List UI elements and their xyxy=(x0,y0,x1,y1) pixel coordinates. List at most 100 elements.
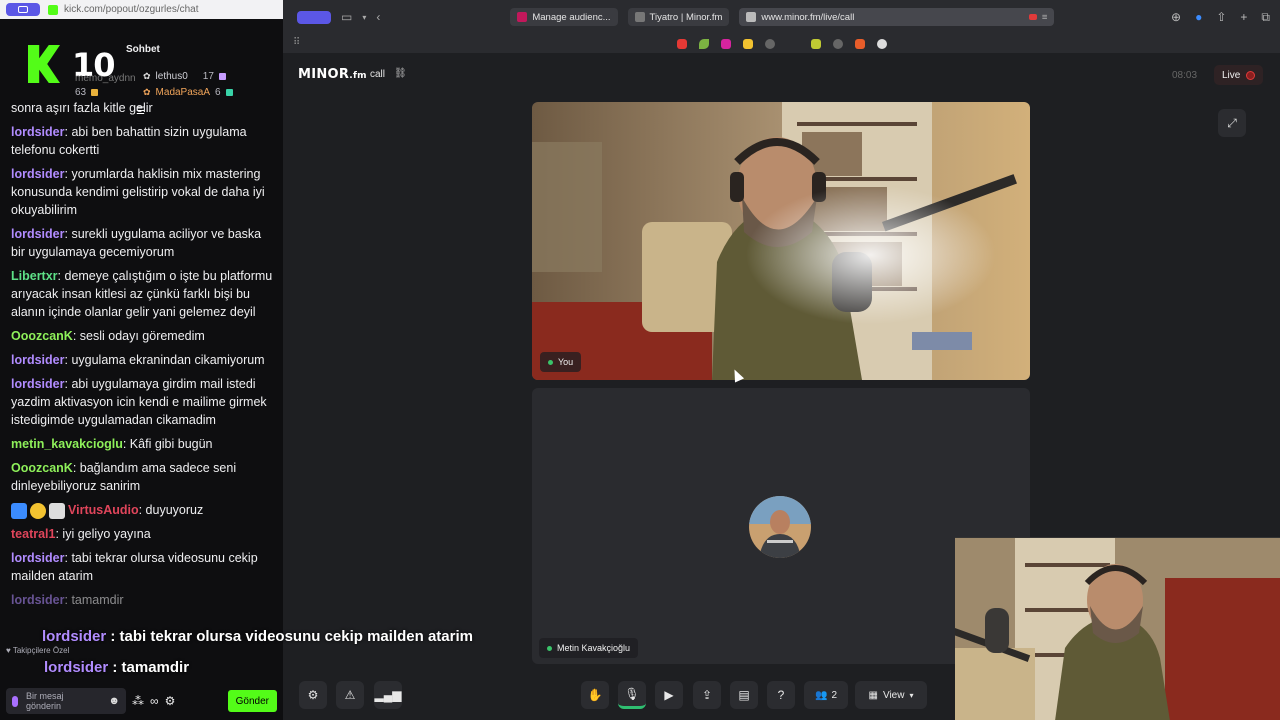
tab-overview-icon[interactable]: ⧉ xyxy=(1261,10,1270,25)
chat-username[interactable]: VirtusAudio xyxy=(68,503,139,517)
badge-icon xyxy=(11,502,27,519)
browser-tab[interactable]: Tiyatro | Minor.fm xyxy=(627,8,730,26)
download-icon[interactable]: ⊕ xyxy=(1171,10,1181,24)
globe-bookmark-icon[interactable] xyxy=(764,38,775,49)
chat-message: VirtusAudio: duyuyoruz xyxy=(11,501,273,519)
active-status-icon xyxy=(548,359,553,365)
leaf-bookmark-icon[interactable] xyxy=(698,38,709,49)
chevron-down-icon: ▾ xyxy=(909,690,914,700)
chat-username[interactable]: lordsider xyxy=(11,125,65,139)
chat-username[interactable]: lordsider xyxy=(11,227,65,241)
gem-icon xyxy=(225,89,233,96)
chat-username[interactable]: lordsider xyxy=(11,551,65,565)
chat-username[interactable]: metin_kavakcioglu xyxy=(11,437,123,451)
settings-gear-icon[interactable]: ⚙ xyxy=(299,681,327,709)
microphone-button[interactable]: 🎙 xyxy=(618,681,646,709)
youtube-bookmark-icon[interactable] xyxy=(676,38,687,49)
gem-icon xyxy=(91,89,99,96)
chat-icon[interactable]: ▤ xyxy=(730,681,758,709)
leaderboard-count: 6 xyxy=(215,87,221,98)
chat-message-input[interactable]: Bir mesaj gönderin ☻ xyxy=(6,688,126,714)
chat-url-text: kick.com/popout/ozgurles/chat xyxy=(64,4,199,15)
miro-bookmark-icon[interactable] xyxy=(742,38,753,49)
chat-username[interactable]: lordsider xyxy=(11,593,65,607)
sidebar-icon[interactable]: ▭ xyxy=(341,10,352,24)
community-icon[interactable]: ⁂ xyxy=(132,694,144,708)
chat-message: lordsider: yorumlarda haklisin mix maste… xyxy=(11,167,265,217)
chat-username[interactable]: OoozcanK xyxy=(11,461,73,475)
active-status-icon xyxy=(547,645,552,651)
chat-input-bar: Bir mesaj gönderin ☻ ⁂ ∞ ⚙ Gönder xyxy=(0,682,283,720)
browser-tab[interactable]: Manage audienc... xyxy=(510,8,618,26)
chat-username[interactable]: lordsider xyxy=(11,353,65,367)
chat-message: lordsider: abi ben bahattin sizin uygula… xyxy=(11,125,247,157)
font-bookmark-icon[interactable] xyxy=(810,38,821,49)
remote-participant-tag: Metin Kavakçioğlu xyxy=(539,638,639,658)
remote-avatar xyxy=(749,496,811,558)
back-arrow-icon[interactable]: ‹ xyxy=(376,10,380,24)
chat-username[interactable]: lordsider xyxy=(11,167,65,181)
sidebar-icon xyxy=(18,6,28,13)
brave-bookmark-icon[interactable] xyxy=(854,38,865,49)
participants-button[interactable]: 👥 2 xyxy=(804,681,848,709)
leaderboard-entry[interactable]: memo_aydnn xyxy=(75,73,136,84)
leaderboard-count: 17 xyxy=(202,71,214,82)
leaderboard-entry[interactable]: ✿ lethus0 17 xyxy=(143,71,226,82)
share-icon[interactable]: ⇧ xyxy=(1216,10,1226,24)
camera-icon[interactable]: ▶ xyxy=(655,681,683,709)
raise-hand-icon[interactable]: ✋ xyxy=(581,681,609,709)
signal-bars-icon[interactable]: ▂▄▆ xyxy=(374,681,402,709)
view-layout-button[interactable]: ▦ View ▾ xyxy=(855,681,927,709)
browser-tab-active[interactable]: www.minor.fm/live/call ≡ xyxy=(739,8,1055,26)
user-badges xyxy=(11,502,65,519)
grid-icon: ▦ xyxy=(868,689,878,701)
local-video-feed xyxy=(532,102,1030,380)
call-timer: 08:03 xyxy=(1172,70,1198,81)
local-participant-tag: You xyxy=(540,352,582,372)
live-badge[interactable]: Live xyxy=(1214,65,1264,85)
instagram-bookmark-icon[interactable] xyxy=(720,38,731,49)
openai-bookmark-icon[interactable] xyxy=(876,38,887,49)
leaderboard-name: lethus0 xyxy=(155,71,188,82)
chat-message: lordsider: tabi tekrar olursa videosunu … xyxy=(11,551,258,583)
kick-favicon-icon xyxy=(48,4,58,15)
chat-message: Libertxr: demeye çalıştığım o işte bu pl… xyxy=(11,269,273,319)
screen-share-icon[interactable]: ⇪ xyxy=(693,681,721,709)
help-question-icon[interactable]: ? xyxy=(767,681,795,709)
sidebar-toggle-button[interactable] xyxy=(6,3,40,16)
chat-message-list: sonra aşırı fazla kitle gelir lordsider:… xyxy=(11,99,273,615)
minor-logo[interactable]: MINOR.fm xyxy=(298,67,367,82)
chat-message: lordsider: tamamdir xyxy=(11,593,124,607)
link-icon[interactable]: ⛓ xyxy=(394,68,407,79)
sidebar-toggle-button[interactable] xyxy=(297,10,331,24)
chat-header: 10 Sohbet ✿ lethus0 17 ✿ MadaPasaA 6 mem… xyxy=(0,19,283,117)
gem-icon xyxy=(218,73,226,80)
fullscreen-expand-icon[interactable]: ⤢ xyxy=(1218,109,1246,137)
gift-icon: ✿ xyxy=(143,71,151,81)
local-video-tile[interactable]: You xyxy=(532,102,1030,380)
infinity-icon[interactable]: ∞ xyxy=(150,694,159,708)
chat-username[interactable]: lordsider xyxy=(11,377,65,391)
extension-icon[interactable]: ● xyxy=(1195,10,1202,24)
leaderboard-name: MadaPasaA xyxy=(155,87,211,98)
tab-menu-icon[interactable]: ≡ xyxy=(1042,12,1048,23)
recording-indicator-icon xyxy=(1028,14,1037,20)
chat-url-bar[interactable]: kick.com/popout/ozgurles/chat xyxy=(48,4,283,15)
chat-titlebar: kick.com/popout/ozgurles/chat xyxy=(0,0,283,19)
stream-caption-overlay: lordsider : tabi tekrar olursa videosunu… xyxy=(42,628,473,645)
chevron-down-icon[interactable]: ▾ xyxy=(362,13,366,22)
chat-username[interactable]: OoozcanK xyxy=(11,329,73,343)
globe-bookmark-icon[interactable] xyxy=(832,38,843,49)
send-button[interactable]: Gönder xyxy=(227,690,277,712)
leaderboard-entry[interactable]: ✿ MadaPasaA 6 xyxy=(143,87,233,98)
emoji-icon[interactable]: ☻ xyxy=(108,695,120,707)
chat-username[interactable]: teatral1 xyxy=(11,527,55,541)
tab-favicon-icon xyxy=(634,12,645,22)
chat-message: metin_kavakcioglu: Kâfi gibi bugün xyxy=(11,437,213,451)
settings-gear-icon[interactable]: ⚙ xyxy=(165,694,176,708)
tab-favicon-icon xyxy=(517,12,528,22)
chat-username[interactable]: Libertxr xyxy=(11,269,58,283)
new-tab-icon[interactable]: + xyxy=(1240,10,1247,24)
warning-icon[interactable]: ⚠ xyxy=(336,681,364,709)
apps-grid-icon[interactable]: ⠿ xyxy=(293,37,300,48)
